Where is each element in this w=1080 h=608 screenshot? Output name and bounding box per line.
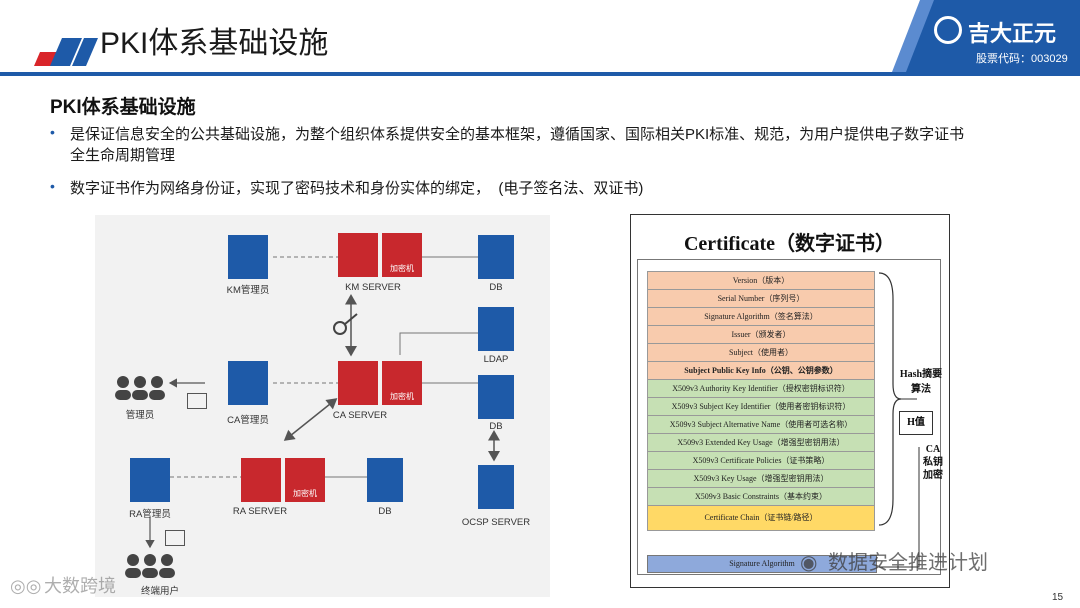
bullet-content: 是保证信息安全的公共基础设施，为整个组织体系提供安全的基本框架，遵循国家、国际相… [70, 124, 964, 166]
page-number: 15 [1052, 592, 1064, 603]
user-group-icon [123, 553, 177, 579]
db-bottom-icon [367, 458, 403, 502]
ca-server-label: CA SERVER [332, 410, 388, 421]
watermark-left-text: 大数跨境 [44, 576, 116, 596]
watermark-right: ◉ 数据安全推进计划 [800, 546, 988, 575]
admin-label: 管理员 [125, 410, 155, 421]
hash-label-line-2: 算法 [911, 384, 931, 395]
ca-label-line-3: 加密 [923, 470, 943, 481]
cert-field-altname: X509v3 Subject Alternative Name（使用者可选名称） [647, 416, 875, 434]
certificate-title: Certificate（数字证书） [683, 233, 896, 255]
id-card-icon [187, 393, 207, 409]
cert-field-chain: Certificate Chain（证书链/路径） [647, 506, 875, 531]
admin-group-icon [113, 375, 167, 401]
watermark-right-text: 数据安全推进计划 [828, 552, 988, 574]
cert-field-serial: Serial Number（序列号） [647, 290, 875, 308]
ca-label-line-2: 私钥 [923, 457, 943, 468]
link-ca-ldap [399, 332, 478, 355]
logo-name: 吉大正元 [968, 21, 1057, 46]
cert-field-keyusage: X509v3 Key Usage（增强型密钥用法） [647, 470, 875, 488]
user-id-card-icon [165, 530, 185, 546]
encryptor-label: 加密机 [390, 264, 414, 273]
ra-server-label: RA SERVER [232, 506, 288, 517]
logo-icon [934, 16, 962, 44]
cert-field-issuer: Issuer（颁发者） [647, 326, 875, 344]
ca-admin-label: CA管理员 [227, 415, 269, 426]
ocsp-label: OCSP SERVER [461, 517, 531, 528]
bullet-text-line: 是保证信息安全的公共基础设施，为整个组织体系提供安全的基本框架，遵循国家、国际相… [70, 126, 965, 143]
ra-server-icon [241, 458, 281, 502]
cert-field-extkeyusage: X509v3 Extended Key Usage（增强型密钥用法） [647, 434, 875, 452]
certificate-diagram: Certificate（数字证书） Version（版本） Serial Num… [630, 214, 950, 588]
wechat-icon: ◉ [800, 552, 818, 574]
stock-code: 股票代码：003029 [976, 53, 1068, 65]
cert-field-version: Version（版本） [647, 271, 875, 290]
db-top-icon [478, 235, 514, 279]
key-icon [333, 321, 347, 335]
ldap-icon [478, 307, 514, 351]
certificate-fields: Version（版本） Serial Number（序列号） Signature… [647, 271, 875, 531]
cert-field-subject: Subject（使用者） [647, 344, 875, 362]
bullet-text-line: 全生命周期管理 [70, 147, 176, 164]
header-line [0, 72, 1080, 76]
bullet-text-line: 数字证书作为网络身份证，实现了密码技术和身份实体的绑定， (电子签名法、双证书) [70, 180, 644, 197]
watermark-left-logo-icon: ◎◎ [10, 576, 42, 596]
db-mid-icon [478, 375, 514, 419]
cert-field-authkeyid: X509v3 Authority Key Identifier（授权密钥标识符） [647, 380, 875, 398]
cert-field-constraints: X509v3 Basic Constraints（基本约束） [647, 488, 875, 506]
ca-server-icon [338, 361, 378, 405]
ldap-label: LDAP [483, 354, 509, 365]
page-title: PKI体系基础设施 [100, 27, 329, 60]
pki-architecture-diagram: KM管理员 加密机 KM SERVER DB LDAP 管理员 CA管理员 加密… [95, 215, 550, 597]
ra-admin-label: RA管理员 [129, 509, 171, 520]
cert-field-pubkey: Subject Public Key Info（公钥、公钥参数） [647, 362, 875, 380]
watermark-left: ◎◎ 大数跨境 [10, 572, 116, 598]
cert-field-policies: X509v3 Certificate Policies（证书策略） [647, 452, 875, 470]
ocsp-server-icon [478, 465, 514, 509]
db-mid-label: DB [489, 421, 503, 432]
hash-brace [878, 272, 902, 526]
ca-encrypt-label: CA 私钥 加密 [921, 443, 945, 482]
hash-label: Hash摘要 算法 [899, 365, 943, 395]
ra-admin-icon [130, 458, 170, 502]
header-bar: PKI体系基础设施 吉大正元 股票代码：003029 [0, 0, 1080, 78]
bullet-marker: • [50, 178, 55, 194]
hash-label-line-1: Hash摘要 [899, 369, 943, 380]
db-bottom-label: DB [378, 506, 392, 517]
bullet-marker: • [50, 124, 55, 140]
h-value-box: H值 [899, 411, 933, 435]
ca-admin-icon [228, 361, 268, 405]
bullet-list: • 是保证信息安全的公共基础设施，为整个组织体系提供安全的基本框架，遵循国家、国… [50, 124, 1030, 199]
bullet-item: • 是保证信息安全的公共基础设施，为整个组织体系提供安全的基本框架，遵循国家、国… [50, 124, 1030, 166]
db-top-label: DB [489, 282, 503, 293]
km-server-icon [338, 233, 378, 277]
bullet-item: • 数字证书作为网络身份证，实现了密码技术和身份实体的绑定， (电子签名法、双证… [50, 178, 1030, 199]
km-server-label: KM SERVER [345, 282, 401, 293]
ca-label-line-1: CA [925, 444, 941, 455]
km-admin-icon [228, 235, 268, 279]
cert-field-subjkeyid: X509v3 Subject Key Identifier（使用者密钥标识符） [647, 398, 875, 416]
section-title: PKI体系基础设施 [50, 97, 196, 118]
user-label: 终端用户 [140, 586, 179, 597]
encryptor-label: 加密机 [390, 392, 414, 401]
cert-field-sigalg: Signature Algorithm（签名算法） [647, 308, 875, 326]
km-admin-label: KM管理员 [226, 285, 270, 296]
encryptor-label: 加密机 [293, 489, 317, 498]
